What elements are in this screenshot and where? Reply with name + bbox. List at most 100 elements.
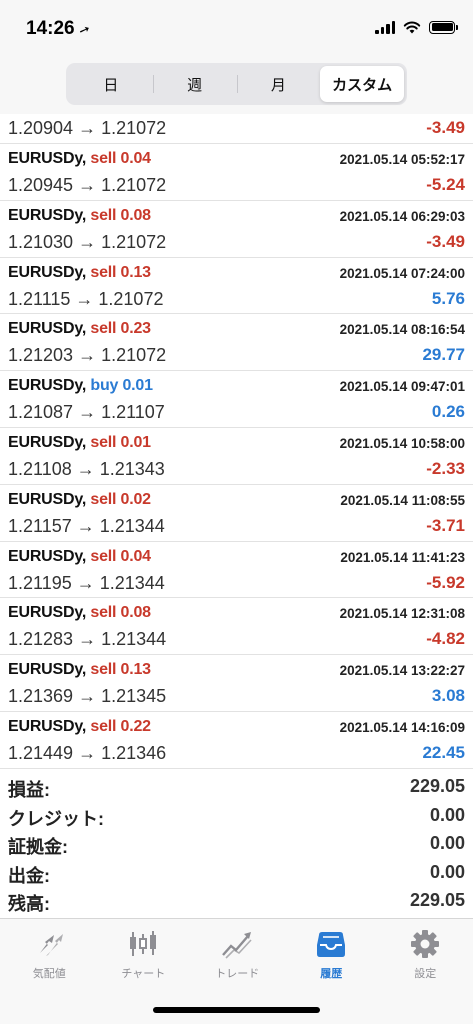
deal-profit: 3.08 [431, 686, 465, 706]
deal-symbol-name: EURUSDy, [8, 490, 87, 508]
tab-chart[interactable]: チャート [96, 919, 191, 989]
deal-row[interactable]: EURUSDy, sell 0.22 2021.05.14 14:16:09 1.2… [0, 712, 473, 769]
deal-type: sell 0.02 [90, 490, 151, 508]
deal-symbol-name: EURUSDy, [8, 547, 87, 565]
deal-time: 2021.05.14 10:58:00 [339, 435, 465, 451]
segment-month[interactable]: 月 [236, 66, 321, 102]
deal-prices: 1.21449 → 1.21346 [8, 742, 167, 763]
tab-quotes[interactable]: 気配値 [2, 919, 97, 989]
deal-type: sell 0.13 [90, 661, 151, 679]
summary-label: 証拠金: [8, 837, 68, 858]
summary-value: 0.00 [429, 833, 465, 854]
tab-label: 気配値 [32, 968, 66, 980]
deal-row[interactable]: EURUSDy, sell 0.02 2021.05.14 11:08:55 1.2… [0, 485, 473, 542]
deal-type: sell 0.13 [90, 263, 151, 281]
wifi-icon [403, 21, 421, 34]
tab-settings[interactable]: 設定 [378, 919, 473, 989]
deal-time: 2021.05.14 07:24:00 [339, 265, 465, 281]
status-time-text: 14:26 [26, 18, 75, 39]
period-segmented-control: 日 週 月 カスタム [66, 63, 407, 105]
deal-profit: -5.92 [426, 572, 465, 592]
period-filter-bar: 日 週 月 カスタム [0, 56, 473, 114]
deal-profit: -3.49 [426, 231, 465, 251]
home-indicator[interactable] [153, 1007, 320, 1013]
deal-symbol: EURUSDy, sell 0.04 [8, 548, 151, 566]
location-icon: ➚ [76, 20, 92, 39]
deal-row[interactable]: EURUSDy, sell 0.04 2021.05.14 11:41:23 1.2… [0, 542, 473, 599]
tab-history[interactable]: 履歴 [284, 919, 379, 989]
deal-row[interactable]: EURUSDy, sell 0.23 2021.05.14 08:16:54 1.2… [0, 314, 473, 372]
deal-symbol: EURUSDy, sell 0.23 [8, 320, 151, 338]
deal-symbol: EURUSDy, buy 0.01 [8, 377, 153, 395]
deal-prices: 1.21195 → 1.21344 [8, 572, 165, 593]
deal-profit: -3.49 [426, 118, 465, 137]
deal-type: sell 0.04 [90, 547, 151, 565]
signal-icon [375, 20, 395, 34]
deal-profit: -2.33 [426, 458, 465, 478]
deal-row[interactable]: EURUSDy, buy 0.01 2021.05.14 09:47:01 1.21… [0, 371, 473, 428]
deal-type: sell 0.23 [90, 320, 151, 338]
summary-value: 0.00 [429, 861, 465, 882]
deal-prices: 1.20945 → 1.21072 [8, 175, 167, 195]
deal-symbol-name: EURUSDy, [8, 377, 87, 395]
deal-prices: 1.21203 → 1.21072 [8, 345, 167, 366]
deal-history-list[interactable]: 1.20904 → 1.21072 -3.49 EURUSDy, sell 0.… [0, 114, 473, 769]
deal-row[interactable]: EURUSDy, sell 0.04 2021.05.14 05:52:17 1.2… [0, 144, 473, 201]
deal-row-partial[interactable]: 1.20904 → 1.21072 -3.49 [0, 114, 473, 144]
deal-time: 2021.05.14 14:16:09 [339, 719, 465, 735]
status-bar: 14:26 ➚ [0, 0, 473, 56]
segment-week[interactable]: 週 [152, 66, 237, 102]
summary-label: 損益: [8, 780, 50, 800]
deal-row[interactable]: EURUSDy, sell 0.13 2021.05.14 13:22:27 1.2… [0, 655, 473, 712]
tab-label: 履歴 [320, 968, 343, 980]
deal-time: 2021.05.14 13:22:27 [339, 663, 465, 679]
deal-profit: -4.82 [426, 629, 465, 649]
deal-row[interactable]: EURUSDy, sell 0.08 2021.05.14 06:29:03 1.2… [0, 201, 473, 258]
deal-symbol: EURUSDy, sell 0.13 [8, 661, 151, 679]
summary-label: クレジット: [8, 808, 104, 829]
deal-row[interactable]: EURUSDy, sell 0.01 2021.05.14 10:58:00 1.2… [0, 428, 473, 485]
deal-symbol-name: EURUSDy, [8, 717, 87, 735]
deal-symbol: EURUSDy, sell 0.08 [8, 207, 151, 225]
deal-symbol: EURUSDy, sell 0.01 [8, 434, 151, 452]
battery-icon [429, 20, 458, 34]
deal-time: 2021.05.14 11:41:23 [340, 549, 465, 565]
tab-label: 設定 [414, 968, 437, 980]
deal-time: 2021.05.14 05:52:17 [339, 152, 465, 167]
deal-symbol-name: EURUSDy, [8, 661, 87, 679]
deal-type: buy 0.01 [90, 377, 153, 395]
summary-value: 229.05 [409, 890, 465, 911]
history-icon [317, 932, 346, 957]
deal-row[interactable]: EURUSDy, sell 0.13 2021.05.14 07:24:00 1.2… [0, 258, 473, 315]
status-icons [375, 20, 458, 34]
deal-symbol: EURUSDy, sell 0.22 [8, 718, 151, 736]
deal-profit: -5.24 [426, 175, 465, 194]
summary-label: 出金: [8, 865, 50, 886]
tab-trade[interactable]: トレード [190, 919, 285, 989]
quotes-icon [38, 934, 64, 956]
summary-label: 残高: [8, 894, 50, 915]
deal-time: 2021.05.14 06:29:03 [339, 208, 465, 224]
deal-symbol-name: EURUSDy, [8, 263, 87, 281]
summary-value: 229.05 [409, 776, 465, 796]
account-summary: 損益: 229.05 クレジット: 0.00 証拠金: 0.00 出金: 0.0… [0, 773, 473, 916]
chart-icon [130, 931, 157, 956]
deal-profit: 5.76 [431, 288, 465, 308]
deal-symbol-name: EURUSDy, [8, 604, 87, 622]
deal-time: 2021.05.14 09:47:01 [339, 379, 465, 395]
deal-prices: 1.21157 → 1.21344 [8, 515, 165, 536]
deal-type: sell 0.01 [90, 433, 151, 451]
deal-type: sell 0.04 [90, 150, 151, 167]
tab-label: トレード [215, 968, 260, 980]
segment-day[interactable]: 日 [69, 66, 153, 102]
summary-row-deposit: 証拠金: 0.00 [0, 830, 473, 859]
deal-profit: 29.77 [422, 345, 465, 365]
deal-profit: -3.71 [426, 515, 465, 535]
deal-row[interactable]: EURUSDy, sell 0.08 2021.05.14 12:31:08 1.2… [0, 598, 473, 656]
segment-custom[interactable]: カスタム [320, 66, 404, 102]
deal-time: 2021.05.14 11:08:55 [340, 492, 465, 508]
deal-prices: 1.21030 → 1.21072 [8, 231, 167, 252]
deal-prices: 1.21087 → 1.21107 [8, 402, 165, 423]
tab-label: チャート [121, 968, 166, 980]
deal-prices: 1.21108 → 1.21343 [8, 458, 165, 479]
